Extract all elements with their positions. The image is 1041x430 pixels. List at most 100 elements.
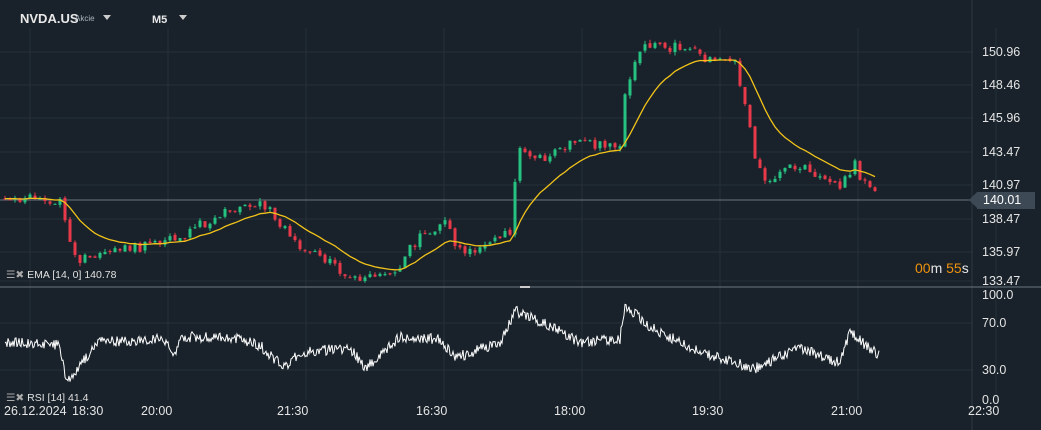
- price-tick: 135.97: [982, 245, 1021, 259]
- candle-body: [668, 47, 672, 52]
- menu-icon[interactable]: ☰✖: [6, 392, 24, 404]
- candle-body: [553, 149, 557, 156]
- candle-body: [643, 44, 647, 51]
- candle-body: [658, 42, 662, 44]
- candle-body: [663, 42, 667, 48]
- candle-body: [548, 156, 552, 162]
- candle-body: [583, 139, 587, 141]
- candle-body: [28, 194, 32, 199]
- current-price-tag: 140.01: [969, 192, 1035, 209]
- candle-body: [573, 141, 577, 143]
- candle-body: [813, 171, 817, 177]
- candle-body: [473, 250, 477, 253]
- candle-body: [103, 252, 107, 255]
- candle-body: [598, 141, 602, 149]
- candle-body: [863, 179, 867, 181]
- price-tick: 148.46: [982, 78, 1021, 92]
- ema-legend[interactable]: ☰✖ EMA [14, 0] 140.78: [6, 269, 116, 281]
- candle-body: [318, 250, 322, 256]
- candle-body: [493, 237, 497, 242]
- candle-body: [208, 223, 212, 229]
- rsi-tick: 100.0: [982, 288, 1014, 302]
- candle-body: [8, 199, 12, 201]
- candle-body: [348, 277, 352, 279]
- candle-body: [798, 168, 802, 171]
- menu-icon[interactable]: ☰✖: [6, 269, 24, 281]
- candle-body: [193, 227, 197, 229]
- candle-body: [638, 51, 642, 64]
- candle-body: [293, 236, 297, 241]
- candle-body: [108, 251, 112, 253]
- candle-body: [268, 207, 272, 209]
- candle-body: [743, 87, 747, 105]
- candle-body: [68, 219, 72, 242]
- candle-body: [238, 206, 242, 213]
- candle-body: [773, 178, 777, 183]
- candle-body: [608, 143, 612, 147]
- candle-body: [523, 148, 527, 153]
- time-tick: 18:30: [72, 404, 104, 418]
- candle-body: [653, 43, 657, 48]
- candle-body: [458, 245, 462, 248]
- candle-body: [213, 217, 217, 224]
- candle-body: [833, 181, 837, 183]
- candle-body: [788, 164, 792, 168]
- time-tick: 22:30: [968, 404, 1000, 418]
- candle-body: [188, 228, 192, 238]
- candle-body: [708, 57, 712, 63]
- candle-body: [838, 181, 842, 189]
- candle-body: [478, 247, 482, 253]
- candle-body: [843, 176, 847, 188]
- time-tick: 26.12.2024: [4, 404, 67, 418]
- time-tick: 19:30: [692, 404, 724, 418]
- candle-body: [873, 187, 877, 192]
- candle-body: [823, 175, 827, 180]
- candle-body: [828, 178, 832, 183]
- candle-body: [233, 210, 237, 212]
- candle-timer: 00m 55s: [915, 260, 969, 276]
- candle-body: [463, 246, 467, 254]
- candle-body: [183, 238, 187, 240]
- candle-body: [113, 248, 117, 253]
- chart-canvas[interactable]: [0, 0, 1041, 430]
- candle-body: [153, 240, 157, 243]
- grid: [0, 0, 997, 430]
- candle-body: [198, 220, 202, 227]
- candle-body: [648, 43, 652, 48]
- candle-body: [248, 204, 252, 207]
- candle-body: [778, 171, 782, 179]
- ema-label: EMA [14, 0] 140.78: [27, 269, 117, 281]
- candle-body: [383, 274, 387, 276]
- candle-body: [333, 259, 337, 264]
- candle-body: [533, 155, 537, 159]
- candle-body: [563, 149, 567, 151]
- candle-body: [613, 143, 617, 148]
- candle-body: [378, 273, 382, 276]
- rsi-legend[interactable]: ☰✖ RSI [14] 41.4: [6, 392, 88, 404]
- candle-body: [558, 148, 562, 150]
- candle-body: [223, 208, 227, 217]
- time-tick: 21:00: [831, 404, 863, 418]
- candle-body: [508, 229, 512, 235]
- candle-body: [123, 245, 127, 252]
- panel-resize-handle[interactable]: [520, 286, 530, 288]
- candle-body: [448, 220, 452, 229]
- price-tick: 133.47: [982, 274, 1021, 288]
- candle-body: [768, 180, 772, 182]
- candle-body: [78, 255, 82, 263]
- candle-body: [298, 240, 302, 250]
- candle-body: [698, 49, 702, 54]
- candle-body: [748, 104, 752, 128]
- candle-body: [218, 217, 222, 219]
- candle-body: [418, 233, 422, 248]
- rsi-label: RSI [14] 41.4: [27, 392, 89, 404]
- price-tick: 145.96: [982, 111, 1021, 125]
- candle-body: [853, 160, 857, 175]
- candle-body: [488, 242, 492, 245]
- price-tick: 143.47: [982, 145, 1021, 159]
- candle-body: [628, 79, 632, 96]
- price-tick: 150.96: [982, 45, 1021, 59]
- candle-body: [468, 248, 472, 255]
- candle-body: [328, 258, 332, 264]
- candle-body: [793, 165, 797, 170]
